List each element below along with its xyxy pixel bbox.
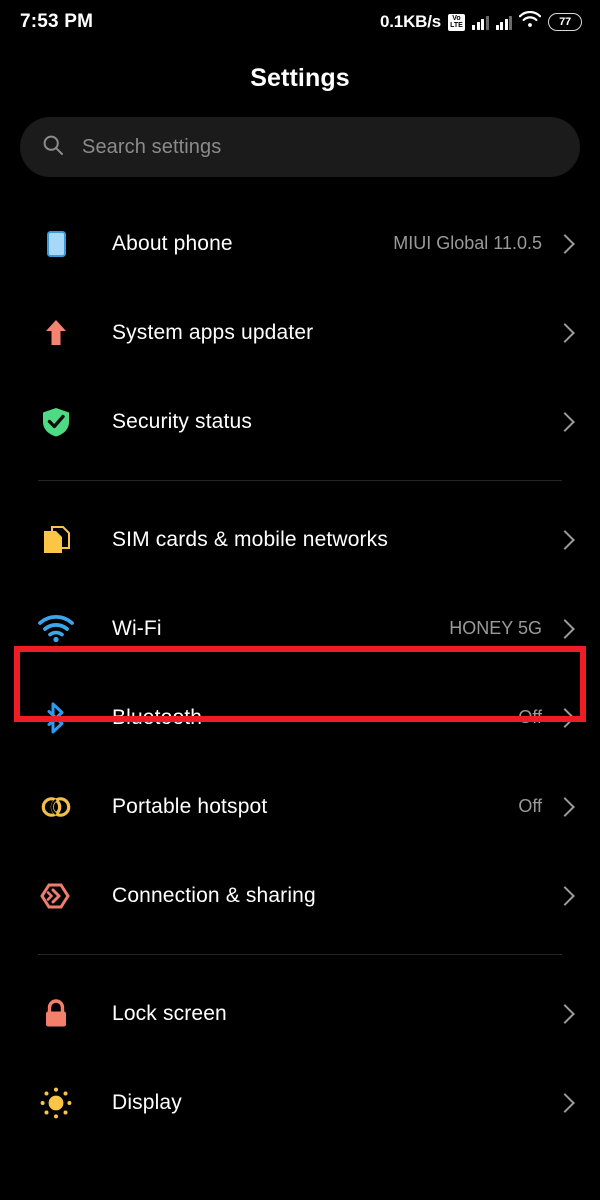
settings-row-label: Connection & sharing bbox=[112, 883, 316, 907]
volte-icon-bottom: LTE bbox=[450, 22, 463, 29]
search-section: Search settings bbox=[0, 93, 600, 177]
search-placeholder: Search settings bbox=[82, 135, 222, 158]
settings-row-label: Portable hotspot bbox=[112, 794, 268, 818]
lock-icon bbox=[36, 994, 76, 1034]
settings-group-device: Lock screen Display bbox=[0, 969, 600, 1147]
settings-row-value: HONEY 5G bbox=[449, 618, 542, 638]
settings-row-label: Wi-Fi bbox=[112, 616, 162, 640]
group-divider-1 bbox=[38, 480, 562, 481]
phone-icon bbox=[36, 224, 76, 264]
status-clock: 7:53 PM bbox=[20, 11, 94, 32]
settings-row-display[interactable]: Display bbox=[0, 1058, 600, 1147]
settings-row-portable-hotspot[interactable]: Portable hotspot Off bbox=[0, 762, 600, 851]
sim-card-icon bbox=[36, 520, 76, 560]
search-input[interactable]: Search settings bbox=[20, 117, 580, 177]
chevron-right-icon bbox=[555, 618, 575, 639]
settings-group-system: About phone MIUI Global 11.0.5 System ap… bbox=[0, 199, 600, 466]
settings-row-label: Bluetooth bbox=[112, 705, 203, 729]
settings-row-label: About phone bbox=[112, 231, 233, 255]
battery-level: 77 bbox=[559, 16, 571, 28]
settings-row-label: System apps updater bbox=[112, 320, 314, 344]
chevron-right-icon bbox=[555, 707, 575, 728]
battery-icon: 77 bbox=[548, 13, 582, 31]
page-title: Settings bbox=[250, 64, 350, 92]
chevron-right-icon bbox=[555, 796, 575, 817]
group-divider-2 bbox=[38, 954, 562, 955]
settings-row-label: Lock screen bbox=[112, 1001, 227, 1025]
settings-list: About phone MIUI Global 11.0.5 System ap… bbox=[0, 177, 600, 1147]
wifi-icon bbox=[518, 10, 542, 33]
status-bar: 7:53 PM 0.1KB/s Vo LTE 77 bbox=[0, 0, 600, 44]
hotspot-rings-icon bbox=[36, 787, 76, 827]
chevron-right-icon bbox=[555, 233, 575, 254]
signal-bars-icon-sim2 bbox=[495, 14, 512, 30]
volte-icon-top: Vo bbox=[452, 14, 461, 22]
up-arrow-icon bbox=[36, 313, 76, 353]
search-icon bbox=[42, 134, 64, 161]
settings-row-label: Security status bbox=[112, 409, 252, 433]
chevron-right-icon bbox=[555, 885, 575, 906]
chevron-right-icon bbox=[555, 411, 575, 432]
settings-row-about-phone[interactable]: About phone MIUI Global 11.0.5 bbox=[0, 199, 600, 288]
chevron-right-icon bbox=[555, 529, 575, 550]
settings-row-label: SIM cards & mobile networks bbox=[112, 527, 388, 551]
sun-brightness-icon bbox=[36, 1083, 76, 1123]
settings-row-system-apps-updater[interactable]: System apps updater bbox=[0, 288, 600, 377]
volte-icon: Vo LTE bbox=[448, 13, 465, 31]
settings-row-value: MIUI Global 11.0.5 bbox=[393, 233, 542, 253]
settings-row-label: Display bbox=[112, 1090, 182, 1114]
settings-row-connection-sharing[interactable]: Connection & sharing bbox=[0, 851, 600, 940]
settings-row-value: Off bbox=[518, 796, 542, 816]
status-icons: 0.1KB/s Vo LTE 77 bbox=[380, 10, 582, 33]
settings-group-network: SIM cards & mobile networks Wi-Fi HONEY … bbox=[0, 495, 600, 940]
chevron-right-icon bbox=[555, 1092, 575, 1113]
settings-row-wifi[interactable]: Wi-Fi HONEY 5G bbox=[0, 584, 600, 673]
settings-row-sim-cards-mobile-networks[interactable]: SIM cards & mobile networks bbox=[0, 495, 600, 584]
settings-row-bluetooth[interactable]: Bluetooth Off bbox=[0, 673, 600, 762]
chevron-right-icon bbox=[555, 322, 575, 343]
settings-row-security-status[interactable]: Security status bbox=[0, 377, 600, 466]
shield-check-icon bbox=[36, 402, 76, 442]
wifi-icon bbox=[36, 609, 76, 649]
chevron-right-icon bbox=[555, 1003, 575, 1024]
network-speed-text: 0.1KB/s bbox=[380, 12, 441, 31]
settings-row-value: Off bbox=[518, 707, 542, 727]
connection-sharing-icon bbox=[36, 876, 76, 916]
settings-row-lock-screen[interactable]: Lock screen bbox=[0, 969, 600, 1058]
signal-bars-icon-sim1 bbox=[472, 14, 489, 30]
bluetooth-icon bbox=[36, 698, 76, 738]
